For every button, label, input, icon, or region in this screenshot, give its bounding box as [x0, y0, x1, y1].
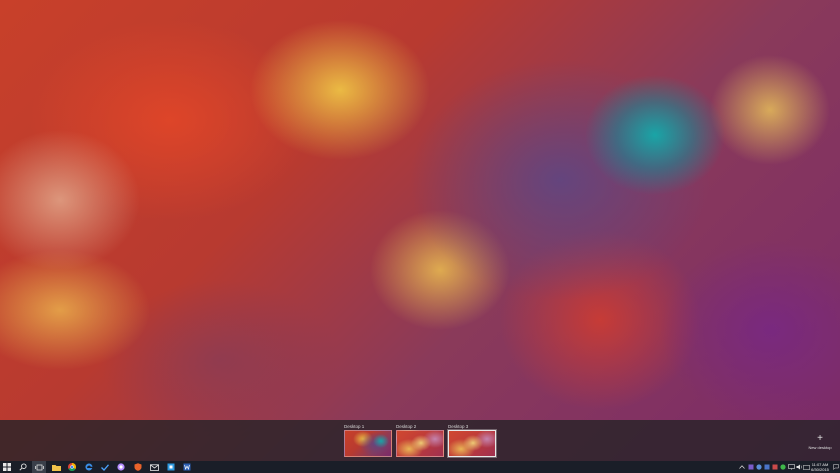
- tray-app-icon: [748, 464, 754, 470]
- blue-app-icon: [167, 463, 175, 471]
- search-button[interactable]: [16, 461, 30, 473]
- plus-icon: +: [817, 433, 823, 444]
- chrome-icon: [68, 463, 76, 471]
- app-button[interactable]: [114, 461, 128, 473]
- taskbar-clock[interactable]: 11:07 AM 6/30/2015: [809, 461, 831, 473]
- task-view-icon: [34, 464, 44, 470]
- new-desktop-label: New desktop: [808, 445, 832, 450]
- chrome-button[interactable]: [65, 461, 79, 473]
- word-icon: [183, 463, 191, 471]
- shield-app-icon: [134, 463, 142, 471]
- app-button[interactable]: [131, 461, 145, 473]
- word-button[interactable]: [180, 461, 194, 473]
- mail-icon: [149, 463, 159, 471]
- checkmark-icon: [101, 463, 109, 471]
- chevron-up-icon: [739, 465, 745, 469]
- tray-app-icon: [780, 464, 786, 470]
- folder-icon: [51, 464, 61, 471]
- edge-button[interactable]: [82, 461, 96, 473]
- tray-app-icon: [772, 464, 778, 470]
- windows-logo-icon: [3, 463, 11, 471]
- network-button[interactable]: [787, 461, 795, 473]
- desktop-1-label: Desktop 1: [344, 424, 365, 429]
- desktop-3-thumbnail[interactable]: [448, 430, 496, 457]
- desktop-3-label: Desktop 3: [448, 424, 469, 429]
- network-icon: [787, 464, 795, 470]
- desktop-2-label: Desktop 2: [396, 424, 417, 429]
- show-hidden-icons-button[interactable]: [738, 461, 746, 473]
- clock-date: 6/30/2015: [811, 467, 829, 472]
- task-view-button[interactable]: [32, 461, 46, 473]
- action-center-button[interactable]: [832, 461, 840, 473]
- tray-app-icon[interactable]: [763, 461, 771, 473]
- tray-app-icon[interactable]: [755, 461, 763, 473]
- app-button[interactable]: [164, 461, 178, 473]
- desktop-2-thumbnail[interactable]: [396, 430, 444, 457]
- file-explorer-button[interactable]: [49, 461, 63, 473]
- start-button[interactable]: [0, 461, 14, 473]
- tray-app-icon: [756, 464, 762, 470]
- new-desktop-button[interactable]: + New desktop: [806, 434, 834, 454]
- tray-app-icon[interactable]: [747, 461, 755, 473]
- notification-icon: [833, 464, 839, 470]
- edge-icon: [85, 463, 93, 471]
- desktop-1-thumbnail[interactable]: [344, 430, 392, 457]
- tray-app-icon[interactable]: [779, 461, 787, 473]
- todo-button[interactable]: [98, 461, 112, 473]
- search-icon: [19, 463, 27, 471]
- desktop-wallpaper: [0, 0, 840, 473]
- tray-app-icon: [764, 464, 770, 470]
- circle-app-icon: [117, 463, 125, 471]
- tray-app-icon[interactable]: [771, 461, 779, 473]
- mail-button[interactable]: [147, 461, 161, 473]
